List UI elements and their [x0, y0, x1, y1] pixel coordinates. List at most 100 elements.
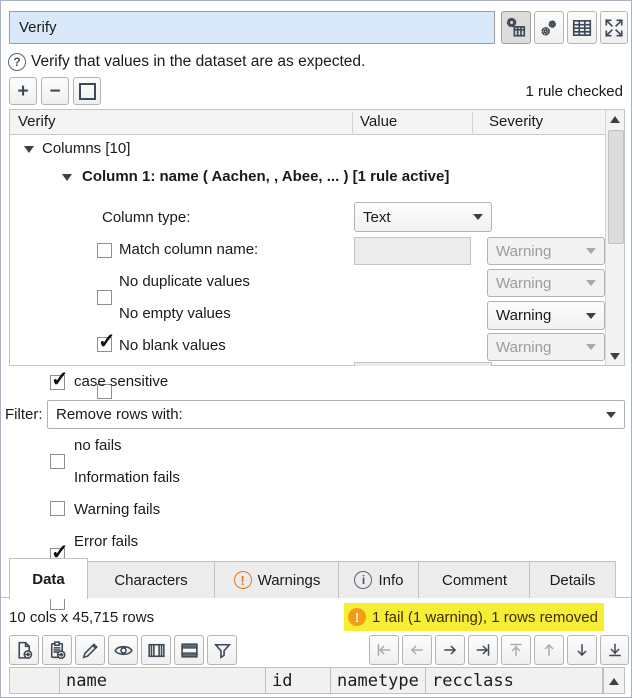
grid-header-id[interactable]: id [266, 667, 331, 694]
copy-clipboard-button[interactable] [42, 635, 72, 665]
edit-icon [80, 640, 101, 661]
tab-characters[interactable]: Characters [86, 561, 216, 598]
information-fails-label: Information fails [74, 469, 180, 486]
rows-visibility-button[interactable] [174, 635, 204, 665]
tab-info[interactable]: Info [338, 561, 420, 598]
show-whitespace-button[interactable] [108, 635, 138, 665]
remove-rule-button[interactable]: − [41, 77, 69, 105]
empty-severity-dropdown[interactable]: Warning [487, 301, 605, 330]
tab-comment[interactable]: Comment [418, 561, 531, 598]
column-type-dropdown[interactable]: Text [354, 202, 492, 232]
export-file-button[interactable] [9, 635, 39, 665]
scrollbar-thumb[interactable] [608, 130, 624, 244]
go-next-column-button[interactable] [435, 635, 465, 665]
column-header-value: Value [360, 113, 397, 130]
error-fails-label: Error fails [74, 533, 138, 550]
filter-value: Remove rows with: [56, 406, 183, 423]
columns-visibility-button[interactable] [141, 635, 171, 665]
plus-icon: + [17, 82, 28, 101]
top-row-icon [506, 640, 526, 660]
duplicate-severity-dropdown: Warning [487, 269, 605, 297]
previous-icon [407, 640, 427, 660]
filter-view-button[interactable] [207, 635, 237, 665]
last-column-icon [473, 640, 493, 660]
warning-filled-icon [348, 608, 366, 626]
severity-value: Warning [496, 275, 551, 292]
grid-header-name[interactable]: name [60, 667, 266, 694]
filter-dropdown[interactable]: Remove rows with: [47, 400, 625, 429]
severity-value: Warning [496, 307, 551, 324]
settings-gears-icon [538, 17, 560, 39]
rules-checked-label: 1 rule checked [525, 83, 623, 100]
next-icon [440, 640, 460, 660]
first-column-icon [374, 640, 394, 660]
column-type-label: Column type: [102, 209, 190, 226]
square-icon [79, 83, 96, 100]
scroll-down-icon[interactable] [606, 347, 624, 365]
tab-label: Warnings [258, 572, 321, 589]
go-first-column-button[interactable] [369, 635, 399, 665]
verify-panel: Verify Verify that values in the dataset… [0, 0, 632, 698]
column-header-verify: Verify [18, 113, 56, 130]
no-blank-values-label: No blank values [119, 337, 226, 354]
go-top-row-button[interactable] [501, 635, 531, 665]
column-type-value: Text [363, 209, 391, 226]
match-column-name-checkbox[interactable] [97, 243, 112, 258]
clipped-next-row [354, 362, 492, 366]
grid-header-nametype[interactable]: nametype [331, 667, 426, 694]
grid-header-recclass[interactable]: recclass [426, 667, 603, 694]
scroll-up-icon[interactable] [606, 110, 624, 128]
expander-column1-icon[interactable] [62, 174, 72, 181]
add-rule-button[interactable]: + [9, 77, 37, 105]
go-up-button[interactable] [534, 635, 564, 665]
chevron-down-icon [586, 248, 596, 254]
dataset-dimensions: 10 cols x 45,715 rows [9, 609, 154, 626]
no-duplicate-values-checkbox[interactable] [97, 290, 112, 305]
calc-node-icon [505, 17, 527, 39]
go-down-button[interactable] [567, 635, 597, 665]
transform-name-input[interactable]: Verify [9, 11, 495, 44]
filter-icon [212, 640, 233, 661]
no-fails-checkbox[interactable] [50, 454, 65, 469]
match-column-name-field[interactable] [354, 237, 471, 265]
tab-data[interactable]: Data [9, 558, 88, 599]
minus-icon: − [49, 82, 60, 101]
tree-row-columns[interactable]: Columns [10] [42, 140, 130, 157]
information-fails-checkbox[interactable] [50, 501, 65, 516]
tab-warnings[interactable]: Warnings [214, 561, 340, 598]
expander-columns-icon[interactable] [24, 146, 34, 153]
go-previous-column-button[interactable] [402, 635, 432, 665]
transform-description: Verify that values in the dataset are as… [31, 53, 365, 71]
table-view-button[interactable] [567, 11, 597, 44]
no-empty-values-checkbox[interactable] [97, 337, 112, 352]
case-sensitive-label: case sensitive [74, 373, 168, 390]
case-sensitive-checkbox[interactable] [50, 375, 65, 390]
filter-label: Filter: [5, 406, 43, 423]
rules-scrollbar[interactable] [605, 110, 624, 365]
grid-scroll-up-icon[interactable] [604, 672, 624, 690]
edit-values-button[interactable] [75, 635, 105, 665]
no-duplicate-values-label: No duplicate values [119, 273, 250, 290]
go-bottom-row-button[interactable] [600, 635, 629, 665]
columns-icon [146, 640, 167, 661]
info-circle-icon [354, 571, 372, 589]
column-header-severity: Severity [489, 113, 543, 130]
go-last-column-button[interactable] [468, 635, 498, 665]
clear-rules-button[interactable] [73, 77, 101, 105]
transform-pane-button[interactable] [501, 11, 531, 44]
severity-value: Warning [496, 339, 551, 356]
help-icon[interactable] [8, 53, 26, 71]
settings-button[interactable] [534, 11, 564, 44]
grid-scrollbar[interactable] [603, 667, 625, 694]
chevron-down-icon [586, 313, 596, 319]
tab-label: Characters [114, 572, 187, 589]
tab-details[interactable]: Details [529, 561, 616, 598]
severity-value: Warning [496, 243, 551, 260]
chevron-down-icon [586, 344, 596, 350]
tree-row-column1[interactable]: Column 1: name ( Aachen, , Abee, ... ) [… [82, 168, 449, 185]
no-fails-label: no fails [74, 437, 122, 454]
warning-message: 1 fail (1 warning), 1 rows removed [372, 609, 598, 626]
rules-table-header: Verify Value Severity [10, 110, 624, 135]
maximize-button[interactable] [600, 11, 628, 44]
warning-badge: 1 fail (1 warning), 1 rows removed [344, 603, 604, 631]
